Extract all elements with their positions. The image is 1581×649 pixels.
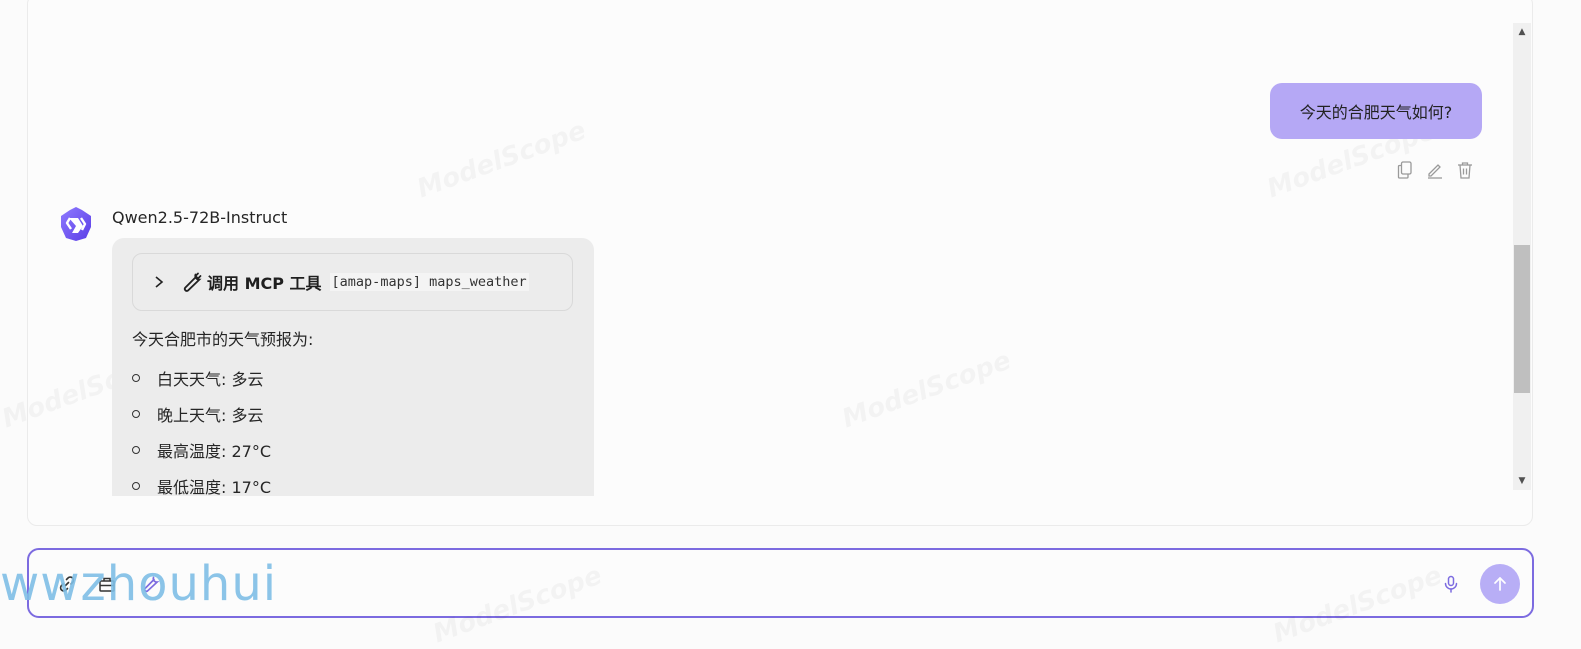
watermark-text: ModelScope	[838, 346, 1015, 435]
tool-call-toggle[interactable]: 调用 MCP 工具 [amap-maps] maps_weather	[132, 253, 573, 311]
list-item: 晚上天气: 多云	[132, 396, 271, 432]
watermark-text: ModelScope	[429, 561, 606, 649]
list-item-text: 晚上天气: 多云	[157, 406, 264, 425]
bullet-icon	[132, 410, 140, 418]
user-message-bubble: 今天的合肥天气如何?	[1270, 83, 1482, 139]
weather-list: 白天天气: 多云 晚上天气: 多云 最高温度: 27°C 最低温度: 17°C	[132, 360, 271, 496]
scroll-down-arrow-icon[interactable]: ▼	[1513, 472, 1531, 490]
overlay-watermark: wwzhouhui	[0, 556, 278, 612]
bullet-icon	[132, 374, 140, 382]
bot-intro-text: 今天合肥市的天气预报为:	[132, 330, 314, 349]
qwen-logo-icon	[56, 204, 96, 244]
bullet-icon	[132, 482, 140, 490]
wrench-icon	[181, 271, 203, 293]
watermark-text: ModelScope	[413, 116, 590, 205]
list-item: 最高温度: 27°C	[132, 432, 271, 468]
list-item: 白天天气: 多云	[132, 360, 271, 396]
list-item-text: 白天天气: 多云	[157, 370, 264, 389]
list-item-text: 最高温度: 27°C	[157, 442, 272, 461]
tool-call-label: 调用 MCP 工具	[207, 274, 322, 293]
delete-icon[interactable]	[1456, 160, 1474, 180]
chat-scrollbar[interactable]: ▲ ▼	[1513, 23, 1531, 490]
microphone-icon[interactable]	[1441, 574, 1461, 594]
chevron-right-icon[interactable]	[153, 274, 169, 290]
send-button[interactable]	[1480, 564, 1520, 604]
scroll-up-arrow-icon[interactable]: ▲	[1513, 23, 1531, 41]
copy-icon[interactable]	[1396, 160, 1414, 180]
bullet-icon	[132, 446, 140, 454]
scroll-thumb[interactable]	[1514, 245, 1530, 393]
list-item-text: 最低温度: 17°C	[157, 478, 272, 496]
bot-name: Qwen2.5-72B-Instruct	[112, 208, 288, 227]
bot-message-bubble: 调用 MCP 工具 [amap-maps] maps_weather 今天合肥市…	[112, 238, 594, 496]
edit-icon[interactable]	[1426, 160, 1444, 180]
send-arrow-icon	[1494, 577, 1506, 591]
list-item: 最低温度: 17°C	[132, 468, 271, 496]
message-actions	[1396, 160, 1474, 180]
tool-call-code: [amap-maps] maps_weather	[329, 273, 529, 291]
watermark-text: ModelScope	[1269, 561, 1446, 649]
user-message-text: 今天的合肥天气如何?	[1299, 103, 1453, 122]
